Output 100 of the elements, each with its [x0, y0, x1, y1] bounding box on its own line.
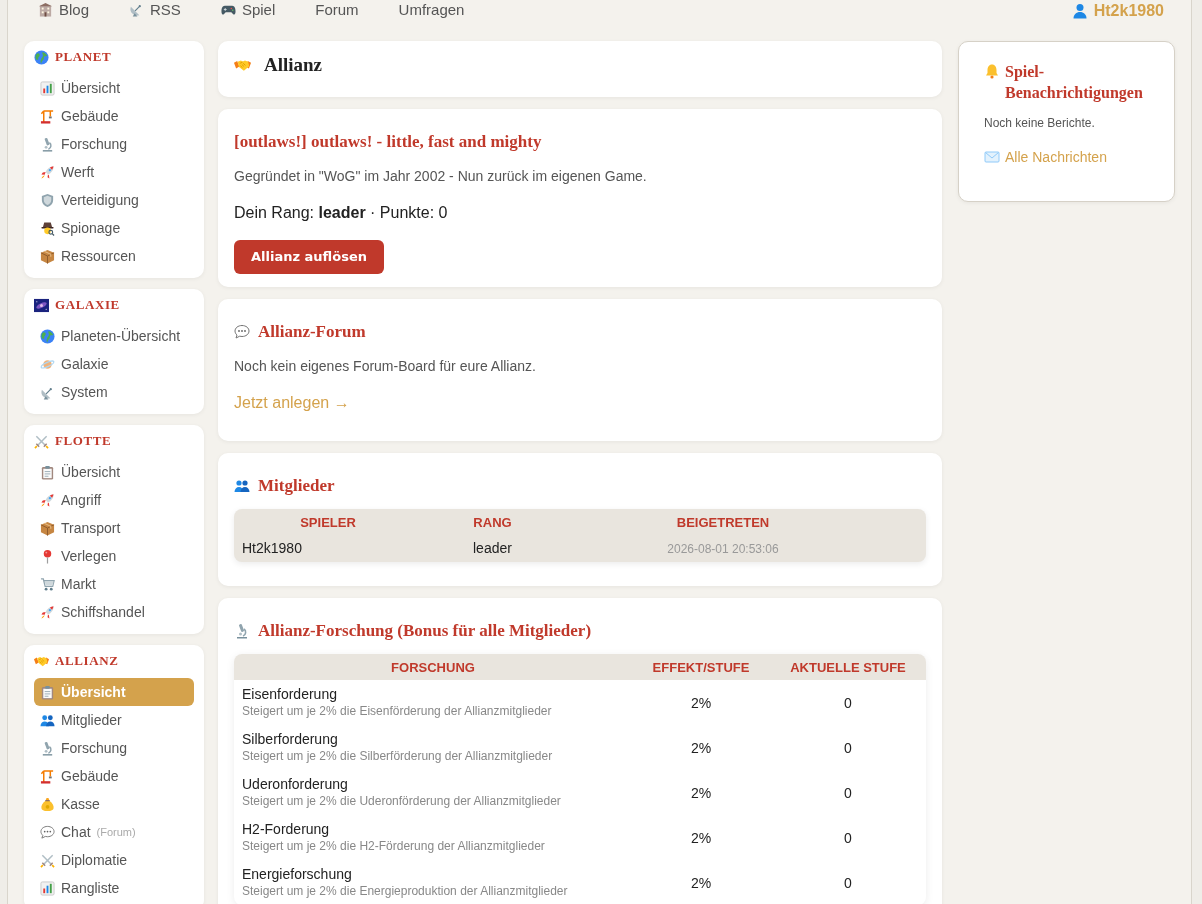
table-cell: 0	[844, 784, 852, 801]
package-icon	[40, 248, 55, 264]
sidebar-item[interactable]: Planeten-Übersicht	[34, 322, 194, 350]
column-header: EFFEKT/STUFE	[652, 660, 750, 675]
sidebar-item[interactable]: Übersicht	[34, 74, 194, 102]
forum-text: Noch kein eigenes Forum-Board für eure Allianz.	[234, 357, 536, 376]
cart-icon	[40, 576, 55, 592]
column-header: SPIELER	[300, 515, 356, 530]
alliance-name: [outlaws!] outlaws! - little, fast and mighty	[234, 131, 542, 153]
sidebar-item[interactable]: Angriff	[34, 486, 194, 514]
table-cell: 0	[844, 874, 852, 891]
table-cell: 2%	[690, 694, 712, 711]
sidebar-item[interactable]: Gebäude	[34, 762, 194, 790]
people-icon	[40, 712, 55, 728]
research-description: Steigert um je 2% die Silberförderung der Allianzmitglieder	[242, 748, 553, 764]
globe-icon	[40, 328, 55, 344]
speech-bubble-icon	[40, 824, 55, 840]
sidebar-item[interactable]: Galaxie	[34, 350, 194, 378]
sidebar-item[interactable]: Forschung	[34, 734, 194, 762]
bell-icon	[984, 63, 1000, 79]
bar-chart-icon	[40, 880, 55, 896]
sidebar-item[interactable]: Kasse	[34, 790, 194, 818]
research-description: Steigert um je 2% die Eisenförderung der Allianzmitglieder	[242, 703, 552, 719]
table-cell: 0	[844, 829, 852, 846]
rocket-icon	[40, 164, 55, 180]
sidebar-item[interactable]: Chat (Forum)	[34, 818, 194, 846]
crossed-swords-icon	[40, 852, 55, 868]
column-header: RANG	[473, 515, 512, 530]
column-header: BEIGETRETEN	[676, 515, 770, 530]
sidebar-item[interactable]: Markt	[34, 570, 194, 598]
research-description: Steigert um je 2% die H2-Förderung der Allianzmitglieder	[242, 838, 545, 854]
table-cell: 2026-08-01 20:53:06	[667, 541, 779, 556]
rocket-icon	[40, 604, 55, 620]
microscope-icon	[40, 740, 55, 756]
sidebar-section-title: FLOTTE	[55, 433, 112, 449]
sidebar-item[interactable]: Transport	[34, 514, 194, 542]
shield-icon	[40, 192, 55, 208]
table-cell: 2%	[690, 784, 712, 801]
research-name: Energieforschung	[242, 865, 352, 883]
research-name: Uderonforderung	[242, 775, 348, 793]
sidebar-item[interactable]: Werft	[34, 158, 194, 186]
package-icon	[40, 520, 55, 536]
alliance-description: Gegründet in "WoG" im Jahr 2002 - Nun zurück im eigenen Game.	[234, 167, 647, 186]
sidebar-section-title: ALLIANZ	[55, 653, 119, 669]
sidebar-item[interactable]: System	[34, 378, 194, 406]
sidebar-item[interactable]: Forschung	[34, 130, 194, 158]
sidebar-section-title: PLANET	[55, 49, 112, 65]
people-icon	[234, 478, 250, 494]
table-cell: 0	[844, 694, 852, 711]
page-title: Allianz	[264, 53, 323, 77]
notifications-text: Noch keine Berichte.	[984, 115, 1095, 131]
rank-line: Dein Rang: leader · Punkte: 0	[234, 203, 448, 223]
research-name: Silberforderung	[242, 730, 338, 748]
detective-icon	[40, 220, 55, 236]
bar-chart-icon	[40, 80, 55, 96]
microscope-icon	[234, 623, 250, 639]
research-name: Eisenforderung	[242, 685, 337, 703]
nav-link[interactable]: Blog	[38, 1, 90, 18]
nav-link[interactable]: RSS	[129, 1, 181, 18]
table-cell: 2%	[690, 874, 712, 891]
dissolve-alliance-button[interactable]: Allianz auflösen	[234, 240, 384, 274]
globe-icon	[34, 49, 49, 65]
table-cell: Ht2k1980	[242, 540, 302, 556]
sidebar-section-title: GALAXIE	[55, 297, 120, 313]
crane-icon	[40, 768, 55, 784]
table-cell: 2%	[690, 739, 712, 756]
table-cell: 2%	[690, 829, 712, 846]
crossed-swords-icon	[34, 433, 49, 449]
sidebar-item[interactable]: Diplomatie	[34, 846, 194, 874]
card-title: Mitglieder	[258, 475, 335, 497]
research-name: H2-Forderung	[242, 820, 330, 838]
sidebar-item[interactable]: Übersicht	[34, 458, 194, 486]
money-bag-icon	[40, 796, 55, 812]
research-description: Steigert um je 2% die Uderonförderung der Allianzmitglieder	[242, 793, 561, 809]
sidebar-item[interactable]: Ressourcen	[34, 242, 194, 270]
research-description: Steigert um je 2% die Energieproduktion der Allianzmitglieder	[242, 883, 568, 899]
clipboard-icon	[40, 684, 55, 700]
envelope-icon	[984, 149, 1000, 165]
card-title: Allianz-Forum	[258, 321, 366, 343]
sidebar-item[interactable]: Mitglieder	[34, 706, 194, 734]
sidebar-item[interactable]: Verlegen	[34, 542, 194, 570]
nav-link[interactable]: Umfragen	[398, 1, 465, 18]
table-cell: leader	[473, 540, 512, 556]
nav-link[interactable]: Forum	[315, 1, 359, 18]
sidebar-item[interactable]: Gebäude	[34, 102, 194, 130]
panel-title: Spiel-Benachrichtigungen	[1005, 62, 1144, 103]
sidebar-item[interactable]: Schiffshandel	[34, 598, 194, 626]
column-header: AKTUELLE STUFE	[790, 660, 906, 675]
sidebar-item[interactable]: Rangliste	[34, 874, 194, 902]
user-icon	[1071, 2, 1088, 19]
nav-link[interactable]: Spiel	[220, 1, 276, 18]
card-title: Allianz-Forschung (Bonus für alle Mitglieder)	[258, 620, 592, 642]
column-header: FORSCHUNG	[391, 660, 475, 675]
sidebar-item[interactable]: Verteidigung	[34, 186, 194, 214]
clipboard-icon	[40, 464, 55, 480]
galaxy-icon	[34, 297, 49, 313]
rocket-icon	[40, 492, 55, 508]
speech-bubble-icon	[234, 324, 250, 340]
crane-icon	[40, 108, 55, 124]
sidebar-item[interactable]: Spionage	[34, 214, 194, 242]
